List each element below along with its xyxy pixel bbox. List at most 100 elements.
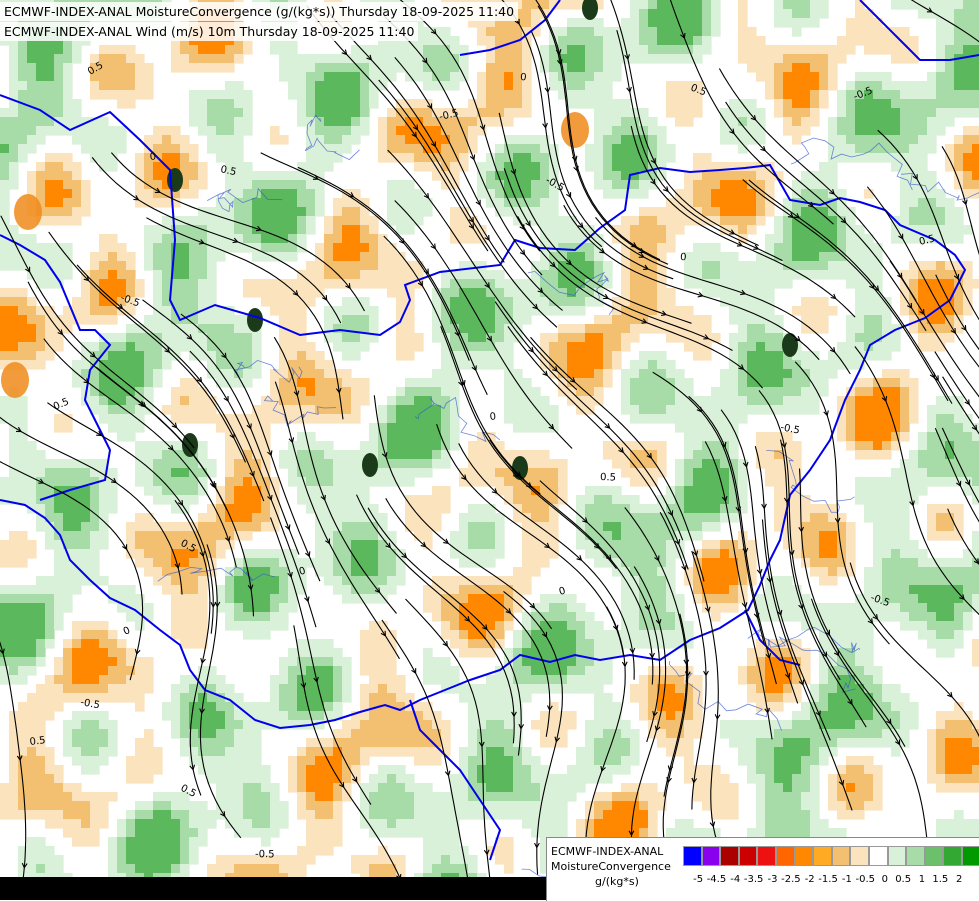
field-cell	[198, 108, 208, 118]
field-cell	[927, 585, 937, 595]
field-cell	[936, 459, 946, 469]
field-cell	[702, 423, 712, 433]
field-cell	[135, 513, 145, 523]
field-cell	[846, 360, 856, 370]
field-cell	[333, 198, 343, 208]
field-cell	[882, 306, 892, 316]
field-cell	[477, 540, 487, 550]
field-cell	[477, 459, 487, 469]
field-cell	[918, 477, 928, 487]
field-cell	[225, 180, 235, 190]
field-cell	[846, 333, 856, 343]
field-cell	[414, 207, 424, 217]
field-cell	[477, 99, 487, 109]
field-cell	[234, 351, 244, 361]
field-cell	[747, 396, 757, 406]
field-cell	[486, 306, 496, 316]
field-cell	[342, 522, 352, 532]
field-cell	[765, 207, 775, 217]
field-cell	[90, 297, 100, 307]
field-cell	[144, 90, 154, 100]
field-cell	[711, 189, 721, 199]
field-cell	[414, 63, 424, 73]
field-cell	[819, 81, 829, 91]
field-cell	[864, 477, 874, 487]
field-cell	[351, 99, 361, 109]
field-cell	[945, 522, 955, 532]
field-cell	[18, 126, 28, 136]
field-cell	[9, 135, 19, 145]
field-cell	[414, 72, 424, 82]
field-cell	[657, 450, 667, 460]
field-cell	[360, 216, 370, 226]
field-cell	[648, 360, 658, 370]
field-cell	[288, 45, 298, 55]
field-cell	[972, 441, 979, 451]
field-cell	[549, 270, 559, 280]
field-cell	[423, 495, 433, 505]
field-cell	[531, 549, 541, 559]
field-cell	[864, 441, 874, 451]
field-cell	[918, 441, 928, 451]
field-cell	[18, 234, 28, 244]
field-cell	[234, 594, 244, 604]
field-cell	[621, 324, 631, 334]
field-cell	[18, 108, 28, 118]
field-cell	[873, 315, 883, 325]
field-cell	[54, 594, 64, 604]
field-cell	[540, 504, 550, 514]
field-cell	[918, 144, 928, 154]
field-cell	[882, 531, 892, 541]
field-cell	[891, 378, 901, 388]
field-cell	[828, 270, 838, 280]
field-cell	[612, 360, 622, 370]
field-cell	[585, 504, 595, 514]
field-cell	[891, 36, 901, 46]
field-cell	[639, 378, 649, 388]
field-cell	[900, 549, 910, 559]
field-cell	[378, 594, 388, 604]
field-cell	[324, 441, 334, 451]
field-cell	[486, 54, 496, 64]
field-cell	[828, 306, 838, 316]
field-cell	[18, 549, 28, 559]
field-cell	[333, 504, 343, 514]
field-cell	[234, 315, 244, 325]
field-cell	[234, 477, 244, 487]
field-cell	[135, 351, 145, 361]
field-cell	[54, 108, 64, 118]
field-cell	[810, 81, 820, 91]
field-cell	[720, 540, 730, 550]
field-cell	[450, 45, 460, 55]
field-cell	[117, 243, 127, 253]
field-cell	[657, 378, 667, 388]
field-cell	[306, 207, 316, 217]
field-cell	[135, 342, 145, 352]
field-cell	[63, 468, 73, 478]
field-cell	[27, 486, 37, 496]
field-cell	[477, 576, 487, 586]
field-cell	[81, 558, 91, 568]
field-cell	[846, 432, 856, 442]
field-cell	[711, 27, 721, 37]
field-cell	[99, 396, 109, 406]
field-cell	[387, 477, 397, 487]
field-cell	[90, 558, 100, 568]
field-cell	[495, 36, 505, 46]
field-cell	[252, 369, 262, 379]
field-cell	[252, 558, 262, 568]
field-cell	[234, 135, 244, 145]
field-cell	[459, 144, 469, 154]
field-cell	[522, 540, 532, 550]
field-cell	[351, 342, 361, 352]
field-cell	[144, 450, 154, 460]
field-cell	[639, 108, 649, 118]
field-cell	[900, 27, 910, 37]
field-cell	[603, 540, 613, 550]
field-cell	[288, 603, 298, 613]
field-cell	[351, 225, 361, 235]
field-cell	[810, 315, 820, 325]
field-cell	[441, 360, 451, 370]
field-cell	[216, 324, 226, 334]
field-cell	[405, 108, 415, 118]
